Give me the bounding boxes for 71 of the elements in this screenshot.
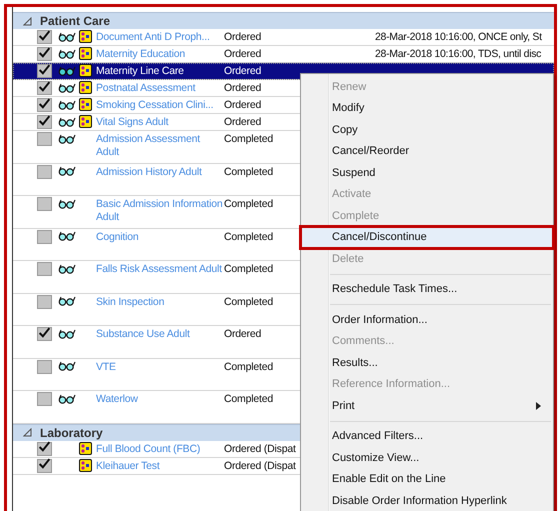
order-name-link[interactable]: Full Blood Count (FBC) (96, 440, 200, 456)
checkbox[interactable] (37, 64, 52, 78)
order-status: Completed (224, 392, 273, 405)
checkbox[interactable] (37, 47, 52, 61)
menu-item[interactable]: Customize View... (301, 447, 553, 468)
collapse-icon[interactable] (23, 428, 32, 437)
order-details: 28-Mar-2018 10:16:00, TDS, until disc (375, 47, 542, 60)
order-name-link[interactable]: Postnatal Assessment (96, 80, 196, 95)
order-name-link[interactable]: Vital Signs Adult (96, 114, 168, 129)
checkbox[interactable] (37, 81, 52, 95)
order-status: Completed (224, 230, 273, 242)
order-name-link[interactable]: Maternity Line Care (96, 63, 184, 78)
order-name-link[interactable]: Falls Risk Assessment Adult (96, 261, 222, 276)
order-details: 28-Mar-2018 10:16:00, ONCE only, St (375, 30, 542, 43)
collapse-icon[interactable] (23, 16, 32, 26)
order-name-link[interactable]: Maternity Education (96, 46, 185, 61)
order-name-link[interactable]: Substance Use Adult (96, 326, 190, 341)
menu-item[interactable]: Copy (301, 119, 553, 140)
order-status: Ordered (Dispat (224, 442, 296, 454)
group-title: Laboratory (40, 426, 103, 440)
menu-item[interactable]: Modify (301, 98, 553, 119)
checkbox[interactable] (37, 98, 52, 112)
submenu-arrow-icon (536, 402, 541, 410)
checkbox[interactable] (37, 197, 52, 211)
order-status: Ordered (224, 30, 262, 43)
order-status: Ordered (224, 327, 262, 340)
checkbox[interactable] (37, 262, 52, 276)
order-status: Completed (224, 262, 273, 275)
menu-item[interactable]: Suspend (301, 162, 553, 184)
group-title: Patient Care (40, 14, 110, 28)
checkbox[interactable] (37, 458, 52, 472)
menu-item[interactable]: Cancel/Discontinue (301, 226, 553, 248)
order-status: Completed (224, 164, 273, 178)
checkbox[interactable] (37, 164, 52, 178)
checkbox[interactable] (37, 230, 52, 244)
order-status: Ordered (224, 115, 262, 128)
order-name-link[interactable]: Admission History Adult (96, 164, 202, 178)
order-name-link[interactable]: Smoking Cessation Clini... (96, 97, 214, 112)
order-status: Completed (224, 294, 273, 308)
order-name-link[interactable]: Kleihauer Test (96, 458, 160, 472)
menu-item[interactable]: Order Information... (301, 309, 553, 330)
order-status: Ordered (224, 47, 262, 60)
menu-item[interactable]: Reschedule Task Times... (301, 278, 553, 300)
order-name-link[interactable]: Admission Assessment Adult (96, 131, 224, 159)
checkbox[interactable] (37, 115, 52, 129)
order-status: Completed (224, 197, 273, 210)
checkbox[interactable] (37, 392, 52, 406)
checkbox[interactable] (37, 294, 52, 308)
checkbox[interactable] (37, 442, 52, 456)
checkbox[interactable] (37, 360, 52, 374)
menu-item[interactable]: Results... (301, 352, 553, 374)
menu-item[interactable]: Enable Edit on the Line (301, 468, 553, 490)
checkbox[interactable] (37, 132, 52, 146)
order-name-link[interactable]: Cognition (96, 228, 139, 244)
menu-item[interactable]: Disable Order Information Hyperlink (301, 490, 553, 511)
checkbox[interactable] (37, 327, 52, 341)
menu-item[interactable]: Print (301, 395, 553, 416)
order-status: Ordered (224, 81, 262, 94)
order-status: Ordered (224, 98, 262, 111)
order-name-link[interactable]: Skin Inspection (96, 294, 164, 308)
order-name-link[interactable]: Document Anti D Proph... (96, 29, 210, 44)
menu-item[interactable]: Cancel/Reorder (301, 140, 553, 162)
order-name-link[interactable]: Basic Admission Information Adult (96, 196, 224, 224)
order-status: Completed (224, 132, 273, 145)
checkbox[interactable] (37, 30, 52, 44)
order-status: Ordered (224, 64, 262, 77)
order-status: Ordered (Dispat (224, 458, 296, 472)
order-name-link[interactable]: Waterlow (96, 391, 138, 406)
group-header[interactable]: Patient Care (13, 12, 554, 29)
order-status: Completed (224, 360, 273, 372)
order-name-link[interactable]: VTE (96, 358, 116, 374)
